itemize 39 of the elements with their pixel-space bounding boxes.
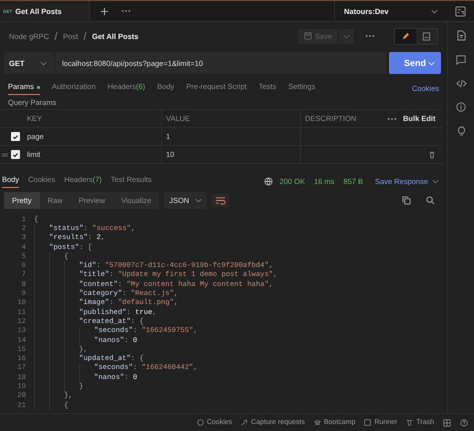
- caret-icon: [431, 8, 438, 14]
- caret-icon: [432, 178, 439, 184]
- separator-icon: [54, 32, 58, 40]
- checkbox[interactable]: [11, 132, 20, 141]
- pencil-icon: [401, 32, 410, 40]
- caret-icon: [40, 60, 47, 66]
- caret-icon: [195, 198, 202, 203]
- mode-toggle[interactable]: [395, 28, 416, 44]
- graduation-cap-icon: [314, 419, 321, 426]
- more-icon[interactable]: [365, 34, 375, 38]
- document-icon[interactable]: [456, 30, 466, 41]
- separator-icon: [83, 32, 88, 40]
- environment-icon[interactable]: [455, 6, 466, 16]
- help-icon[interactable]: [460, 418, 468, 426]
- wrap-lines-button[interactable]: [212, 194, 230, 207]
- document-icon: [422, 32, 431, 40]
- wrap-icon: [215, 196, 226, 205]
- checkbox[interactable]: [11, 150, 20, 159]
- arrow-icon: [241, 419, 248, 426]
- copy-icon[interactable]: [402, 196, 411, 205]
- more-icon[interactable]: [387, 116, 397, 120]
- checkmark-icon: [12, 150, 19, 158]
- globe-icon[interactable]: [264, 176, 273, 186]
- comment-icon[interactable]: [456, 55, 466, 65]
- checkmark-icon: [12, 132, 19, 140]
- code-icon[interactable]: [456, 79, 466, 88]
- info-icon[interactable]: [456, 102, 466, 112]
- lightbulb-icon[interactable]: [456, 126, 466, 137]
- drag-handle-icon[interactable]: [2, 152, 8, 156]
- more-icon[interactable]: [121, 9, 131, 13]
- trash-icon: [406, 419, 414, 426]
- layout-icon[interactable]: [443, 418, 451, 426]
- mode-toggle[interactable]: [416, 28, 437, 44]
- caret-icon: [343, 34, 350, 38]
- caret-icon: [428, 60, 435, 66]
- plus-icon[interactable]: [100, 6, 109, 16]
- trash-icon[interactable]: [429, 150, 435, 158]
- send-button[interactable]: Send: [389, 52, 441, 74]
- search-icon[interactable]: [426, 196, 435, 205]
